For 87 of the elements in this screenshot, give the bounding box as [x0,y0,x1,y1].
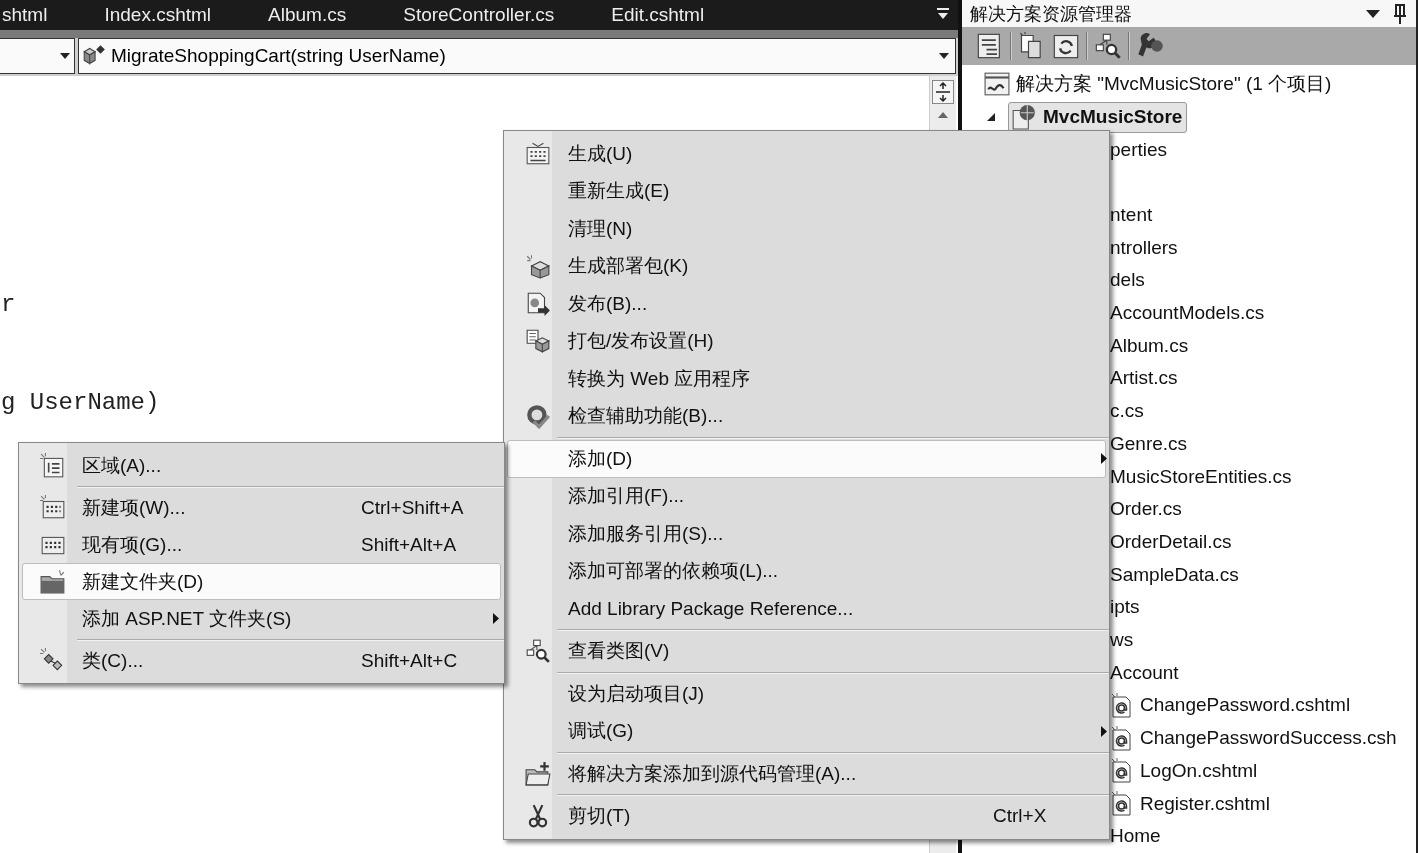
menu-item[interactable]: 新建项(W)... Ctrl+Shift+A [22,489,501,526]
box-icon [525,253,551,280]
tree-item[interactable]: ntent [1110,198,1153,232]
editor-tab[interactable]: Edit.cshtml [609,0,707,30]
menu-item[interactable]: 剪切(T) Ctrl+X [507,797,1106,835]
tree-item[interactable]: Order.cs [1110,493,1182,526]
dropdown-icon[interactable] [936,7,950,21]
solution-icon [984,71,1010,98]
menu-item[interactable]: 查看类图(V) [507,632,1106,670]
tree-item[interactable]: Genre.cs [1110,427,1188,461]
grid-icon [525,140,551,167]
tree-item[interactable]: ntrollers [1110,231,1178,265]
tree-item[interactable]: Album.cs [1110,329,1189,363]
tree-item[interactable]: ipts [1110,591,1140,625]
menu-item[interactable]: 添加 ASP.NET 文件夹(S) [22,600,501,637]
expanded-icon[interactable] [986,112,996,123]
document-arrow-icon [525,290,551,317]
menu-item[interactable]: 添加(D) [507,440,1106,478]
caret-icon [60,53,70,59]
tree-item[interactable]: 解决方案 "MvcMusicStore" (1 个项目) [984,68,1332,101]
tree-item[interactable]: Account [1110,656,1179,690]
check-circle-icon [525,403,551,430]
tree-item[interactable]: Register.cshtml [1110,787,1270,821]
tree-item[interactable]: Home [1110,820,1161,853]
menu-item[interactable]: Add Library Package Reference... [507,590,1106,628]
at-document-icon [1110,725,1134,752]
menu-item[interactable]: 生成(U) [507,135,1106,173]
split-icon[interactable] [932,80,954,104]
tree-item[interactable]: ChangePassword.cshtml [1110,689,1351,723]
menu-item[interactable]: 现有项(G)... Shift+Alt+A [22,526,501,563]
menu-item[interactable]: 区域(A)... [22,447,501,484]
menu-item[interactable]: 将解决方案添加到源代码管理(A)... [507,755,1106,793]
menu-item[interactable]: 类(C)... Shift+Alt+C [22,642,501,679]
at-document-icon [1110,692,1134,719]
tree-item[interactable]: LogOn.cshtml [1110,754,1258,788]
type-dropdown[interactable] [0,38,75,74]
diagram-search-icon [525,638,551,665]
menu-item[interactable]: 新建文件夹(D) [22,563,501,600]
menu-item[interactable]: 添加引用(F)... [507,477,1106,515]
menu-item[interactable]: 生成部署包(K) [507,247,1106,285]
menu-item[interactable]: 发布(B)... [507,285,1106,323]
member-dropdown[interactable]: MigrateShoppingCart(string UserName) [78,38,956,74]
tree-item[interactable]: ws [1110,624,1134,657]
tree-item[interactable]: Artist.cs [1110,362,1178,396]
menu-item[interactable]: 重新生成(E) [507,172,1106,210]
menu-item[interactable]: 添加可部署的依赖项(L)... [507,552,1106,590]
folder-plus-icon [525,760,551,787]
menu-item[interactable]: 检查辅助功能(B)... [507,397,1106,435]
shortcut-text: Shift+Alt+A [361,533,458,556]
menu-item[interactable]: 添加服务引用(S)... [507,515,1106,553]
tree-item[interactable]: c.cs [1110,395,1144,428]
editor-tab[interactable]: Album.cs [266,0,349,30]
tree-item[interactable]: SampleData.cs [1110,558,1239,592]
tree-item[interactable]: perties [1110,133,1168,167]
tree-item[interactable]: OrderDetail.cs [1110,525,1232,559]
code-line: g UserName) [1,390,160,416]
at-document-icon [1110,790,1134,817]
panel-title: 解决方案资源管理器 [970,2,1133,26]
panel-icon [39,452,66,479]
editor-tab[interactable]: Index.cshtml [102,0,214,30]
code-line: r [1,292,16,318]
menu-item[interactable]: 转换为 Web 应用程序 [507,360,1106,398]
menu-item[interactable]: 设为启动项目(J) [507,675,1106,713]
shortcut-text: Shift+Alt+C [361,649,459,672]
tree-item[interactable]: MvcMusicStore [1008,101,1188,133]
globe-document-icon [1011,104,1037,131]
tree-item[interactable]: ChangePasswordSuccess.csh [1110,722,1397,755]
tree-item[interactable]: dels [1110,264,1145,298]
editor-tab[interactable]: StoreController.cs [401,0,557,30]
editor-tab[interactable]: shtml [0,0,50,30]
documents-icon [525,328,551,355]
refresh-icon[interactable] [1052,32,1080,61]
tree-item[interactable]: AccountModels.cs [1110,297,1265,330]
menu-item[interactable]: 清理(N) [507,210,1106,248]
scroll-up-icon[interactable] [938,112,948,118]
tree-item[interactable]: MusicStoreEntities.cs [1110,460,1292,494]
at-document-icon [1110,758,1134,785]
shortcut-text: Ctrl+Shift+A [361,496,465,519]
folder-icon [39,568,66,595]
menu-item[interactable]: 调试(G) [507,712,1106,750]
dropdown-icon[interactable] [1366,9,1380,18]
caret-icon [939,53,949,59]
menu-item[interactable]: 打包/发布设置(H) [507,322,1106,360]
pin-icon[interactable] [1394,3,1406,24]
window-icon [39,494,66,521]
diagram-search-icon[interactable] [1094,32,1122,61]
shortcut-text: Ctrl+X [993,805,1048,828]
